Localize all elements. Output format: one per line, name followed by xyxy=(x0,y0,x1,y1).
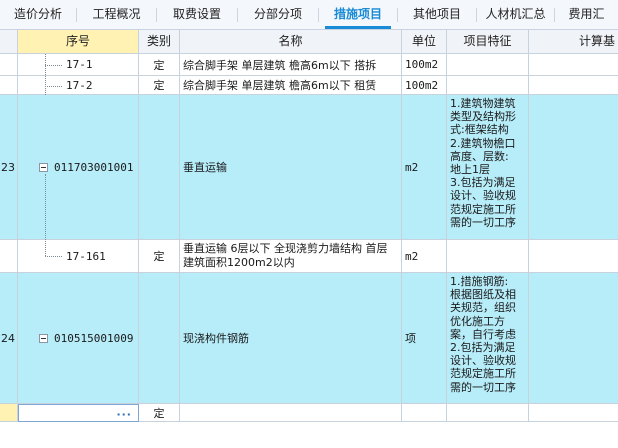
row-number-cell: 23 xyxy=(0,95,18,240)
list-code-text: 010515001009 xyxy=(54,331,134,345)
table-row-features[interactable] xyxy=(447,404,529,422)
collapse-toggle-icon[interactable] xyxy=(39,162,48,172)
tab-fee-settings[interactable]: 取费设置 xyxy=(157,0,237,29)
table-row-features[interactable] xyxy=(447,240,529,273)
table-row-unit[interactable] xyxy=(402,404,447,422)
table-row-code[interactable]: 011703001001 xyxy=(18,95,139,240)
table-row-code[interactable]: 010515001009 xyxy=(18,273,139,404)
tab-other-items[interactable]: 其他项目 xyxy=(398,0,476,29)
column-header-type[interactable]: 类别 xyxy=(139,30,180,54)
table-row-name[interactable]: 垂直运输 xyxy=(180,95,402,240)
table-row-unit[interactable]: 100m2 xyxy=(402,54,447,76)
tab-project-overview[interactable]: 工程概况 xyxy=(77,0,156,29)
tree-connector xyxy=(45,174,46,256)
table-row-unit[interactable]: 100m2 xyxy=(402,76,447,95)
table-row-type[interactable]: 定 xyxy=(139,404,180,422)
table-row-type[interactable] xyxy=(139,95,180,240)
tree-connector xyxy=(45,86,62,87)
table-row-type[interactable] xyxy=(139,273,180,404)
table-row-features[interactable]: 1.建筑物建筑 类型及结构形 式:框架结构 2.建筑物檐口 高度、层数: 地上1… xyxy=(447,95,529,240)
table-row-name[interactable]: 综合脚手架 单层建筑 檐高6m以下 搭拆 xyxy=(180,54,402,76)
table-row-calc[interactable] xyxy=(529,76,618,95)
table-row-type[interactable]: 定 xyxy=(139,240,180,273)
table-row-features[interactable]: 1.措施钢筋: 根据图纸及相 关规范，组织 优化施工方 案，自行考虑 2.包括为… xyxy=(447,273,529,404)
column-header-seq[interactable]: 序号 xyxy=(18,30,139,54)
more-options-icon[interactable]: ··· xyxy=(116,408,132,421)
table-row-calc[interactable] xyxy=(529,273,618,404)
row-number-cell xyxy=(0,76,18,95)
table-row-name[interactable]: 垂直运输 6层以下 全现浇剪力墙结构 首层建筑面积1200m2以内 xyxy=(180,240,402,273)
table-row-unit[interactable]: m2 xyxy=(402,95,447,240)
table-row-name[interactable]: 综合脚手架 单层建筑 檐高6m以下 租赁 xyxy=(180,76,402,95)
tab-fee-summary[interactable]: 费用汇 xyxy=(555,0,618,29)
table-row-type[interactable]: 定 xyxy=(139,54,180,76)
table-row-unit[interactable]: m2 xyxy=(402,240,447,273)
column-header-unit[interactable]: 单位 xyxy=(402,30,447,54)
column-header-name[interactable]: 名称 xyxy=(180,30,402,54)
table-row-calc[interactable] xyxy=(529,404,618,422)
collapse-toggle-icon[interactable] xyxy=(39,333,48,343)
tree-connector xyxy=(45,256,62,257)
table-row-calc[interactable] xyxy=(529,95,618,240)
table-row-features[interactable] xyxy=(447,54,529,76)
table-row-calc[interactable] xyxy=(529,240,618,273)
table-row-name[interactable]: 现浇构件钢筋 xyxy=(180,273,402,404)
table-row-features[interactable] xyxy=(447,76,529,95)
table-row-code[interactable]: 17-1 xyxy=(18,54,139,76)
table-row-code-editor[interactable]: ··· xyxy=(18,404,139,422)
row-number-cell: 24 xyxy=(0,273,18,404)
tab-measures[interactable]: 措施项目 xyxy=(319,0,397,29)
table-row-code[interactable]: 17-161 xyxy=(18,240,139,273)
tab-labor-material-summary[interactable]: 人材机汇总 xyxy=(477,0,554,29)
tree-connector xyxy=(45,54,46,95)
row-number-cell xyxy=(0,240,18,273)
row-number-header xyxy=(0,30,18,54)
tab-sub-items[interactable]: 分部分项 xyxy=(238,0,318,29)
list-code-text: 011703001001 xyxy=(54,160,134,174)
table-row-unit[interactable]: 项 xyxy=(402,273,447,404)
column-header-calc[interactable]: 计算基 xyxy=(529,30,618,54)
tab-bar: 造价分析 工程概况 取费设置 分部分项 措施项目 其他项目 人材机汇总 费用汇 xyxy=(0,0,618,30)
table-row-type[interactable]: 定 xyxy=(139,76,180,95)
tab-cost-analysis[interactable]: 造价分析 xyxy=(0,0,76,29)
row-number-cell xyxy=(0,54,18,76)
row-number-cell xyxy=(0,404,18,422)
tree-connector xyxy=(45,65,62,66)
column-header-features[interactable]: 项目特征 xyxy=(447,30,529,54)
table-row-code[interactable]: 17-2 xyxy=(18,76,139,95)
table-row-name[interactable] xyxy=(180,404,402,422)
table-row-calc[interactable] xyxy=(529,54,618,76)
